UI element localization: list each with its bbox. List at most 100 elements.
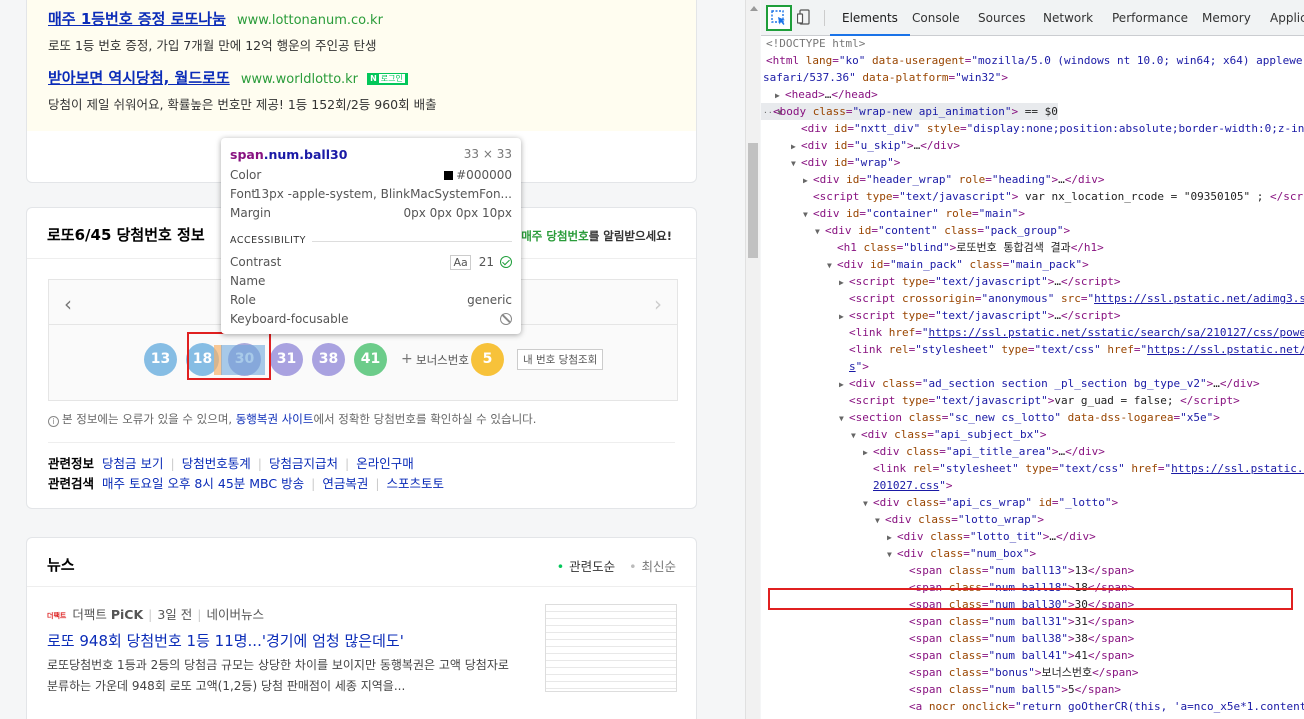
dom-node-line[interactable]: <div id="nxtt_div" style="display:none;p… — [761, 120, 1304, 137]
dom-node-line[interactable]: <span class="num ball5">5</span> — [761, 681, 1121, 698]
dom-node-line[interactable]: safari/537.36" data-platform="win32"> — [761, 69, 1008, 86]
naver-news-link[interactable]: 네이버뉴스 — [207, 607, 265, 622]
next-round-icon[interactable]: › — [654, 292, 662, 316]
tooltip-role-row: Role generic — [230, 293, 512, 307]
search-results-page: 매주 1등번호 증정 로또나눔 www.lottonanum.co.kr 로또 … — [0, 0, 745, 719]
dom-node-line[interactable]: ▼ <div class="api_cs_wrap" id="_lotto"> — [761, 494, 1118, 511]
dom-node-line[interactable]: ▼ <div id="content" class="pack_group"> — [761, 222, 1070, 239]
related-search-link[interactable]: 스포츠토토 — [387, 476, 445, 491]
color-swatch-icon — [444, 171, 454, 180]
lotto-ball-13: 13 — [144, 343, 177, 376]
scrollbar-thumb[interactable] — [748, 143, 758, 258]
tab-memory[interactable]: Memory — [1202, 11, 1251, 25]
element-picker-button[interactable] — [766, 5, 792, 31]
related-info-label: 관련정보 — [48, 456, 95, 471]
tooltip-margin-row: Margin 0px 0px 0px 10px — [230, 206, 512, 220]
tooltip-name-row: Name — [230, 274, 266, 288]
tab-elements[interactable]: Elements — [830, 11, 910, 36]
toolbar-separator — [824, 10, 825, 26]
dom-node-line[interactable]: ▼ <div id="wrap"> — [761, 154, 900, 171]
dom-node-line[interactable]: ···▼<body class="wrap-new api_animation"… — [761, 103, 1058, 120]
tab-application[interactable]: Applic — [1270, 11, 1304, 25]
devtools-panel: Elements Console Sources Network Perform… — [761, 0, 1304, 719]
tab-network[interactable]: Network — [1043, 11, 1093, 25]
check-my-number-button[interactable]: 내 번호 당첨조회 — [517, 349, 604, 370]
lotto-alert-link[interactable]: 매주 당첨번호를 알림받으세요! — [521, 228, 672, 244]
dom-node-line[interactable]: 201027.css"> — [761, 477, 952, 494]
related-info-link[interactable]: 당첨번호통계 — [182, 456, 251, 471]
dom-node-line[interactable]: <html lang="ko" data-useragent="mozilla/… — [761, 52, 1302, 69]
tooltip-selector: span.num.ball30 — [230, 147, 348, 162]
dom-node-line[interactable]: <link rel="stylesheet" type="text/css" h… — [761, 460, 1304, 477]
dom-node-line[interactable]: <a nocr onclick="return goOtherCR(this, … — [761, 698, 1304, 715]
dom-node-line[interactable]: ▼ <div class="lotto_wrap"> — [761, 511, 1044, 528]
press-name[interactable]: 더팩트 — [72, 607, 107, 622]
dom-node-line[interactable]: ▶ <div id="header_wrap" role="heading">…<… — [761, 171, 1104, 188]
news-description: 로또당첨번호 1등과 2등의 당첨금 규모는 상당한 차이를 보이지만 동행복권… — [47, 658, 509, 693]
related-info-link[interactable]: 당첨금지급처 — [269, 456, 338, 471]
news-thumbnail[interactable] — [545, 604, 677, 692]
tooltip-size: 33 × 33 — [463, 147, 512, 161]
naver-login-badge: N 로그인 — [367, 72, 408, 85]
divider — [48, 442, 675, 443]
sort-latest-link[interactable]: 최신순 — [629, 559, 676, 574]
lotto-ball-38: 38 — [312, 343, 345, 376]
ad-title-link[interactable]: 매주 1등번호 증정 로또나눔 — [48, 10, 226, 28]
dom-node-line[interactable]: ▶ <div class="api_title_area">…</div> — [761, 443, 1105, 460]
dom-node-line[interactable]: <h1 class="blind">로또번호 통합검색 결과</h1> — [761, 239, 1104, 256]
lotto-heading: 로또6/45 당첨번호 정보 — [47, 226, 205, 244]
dom-node-line[interactable]: <script crossorigin="anonymous" src="htt… — [761, 290, 1304, 307]
dom-node-line[interactable]: ▶ <div class="lotto_tit">…</div> — [761, 528, 1096, 545]
dom-node-line[interactable]: ▼ <div id="container" role="main"> — [761, 205, 1025, 222]
news-title-link[interactable]: 로또 948회 당첨번호 1등 11명...'경기에 엄청 많은데도' — [47, 630, 404, 651]
tab-sources[interactable]: Sources — [978, 11, 1025, 25]
dom-node-line[interactable]: <link href="https://ssl.pstatic.net/ssta… — [761, 324, 1304, 341]
dom-node-line[interactable]: <span class="num ball41">41</span> — [761, 647, 1134, 664]
news-section: 뉴스 관련도순최신순 더팩트더팩트 PiCK|3일 전|네이버뉴스 로또 948… — [26, 537, 697, 719]
sort-relevance-link[interactable]: 관련도순 — [557, 559, 615, 574]
dom-node-line[interactable]: ▼ <div id="main_pack" class="main_pack"> — [761, 256, 1089, 273]
ad-url-link[interactable]: www.lottonanum.co.kr — [237, 13, 383, 28]
news-source: 더팩트 더팩트 PiCK | 3일 전 | 네이버뉴스 — [47, 607, 265, 622]
related-info-row: 관련정보 당첨금 보기 | 당첨번호통계 | 당첨금지급처 | 온라인구매 — [48, 456, 414, 471]
ad-url-link[interactable]: www.worldlotto.kr — [241, 72, 358, 87]
tooltip-keyboard-row: Keyboard-focusable — [230, 312, 512, 330]
dom-node-line[interactable]: ▼ <div class="api_subject_bx"> — [761, 426, 1046, 443]
dom-node-line[interactable]: s"> — [761, 358, 869, 375]
dom-node-line[interactable]: ▼ <section class="sc_new cs_lotto" data-d… — [761, 409, 1220, 426]
dom-node-line[interactable]: ▶ <script type="text/javascript">…</scrip… — [761, 273, 1121, 290]
related-search-link[interactable]: 매주 토요일 오후 8시 45분 MBC 방송 — [102, 476, 304, 491]
prev-round-icon[interactable]: ‹ — [64, 292, 72, 316]
check-circle-icon — [500, 256, 512, 268]
dom-node-line[interactable]: <script type="text/javascript">var g_uad… — [761, 392, 1240, 409]
tooltip-font-row: Font 13px -apple-system, BlinkMacSystemFo… — [230, 187, 512, 201]
dom-node-line[interactable]: <!DOCTYPE html> — [761, 35, 865, 52]
tab-performance[interactable]: Performance — [1112, 11, 1188, 25]
dom-node-line[interactable]: ▼ <div class="num_box"> — [761, 545, 1036, 562]
dom-node-line[interactable]: ▶ <div class="ad_section section _pl_sect… — [761, 375, 1260, 392]
dom-node-line[interactable]: ▶ <script type="text/javascript">…</scrip… — [761, 307, 1121, 324]
pick-badge: PiCK — [110, 607, 144, 622]
dom-node-line[interactable]: ▶ <head>…</head> — [761, 86, 878, 103]
tooltip-accessibility-heading: ACCESSIBILITY — [230, 235, 512, 246]
inspect-tooltip: span.num.ball30 33 × 33 Color #000000 Fon… — [221, 138, 521, 334]
scroll-up-icon[interactable] — [750, 6, 758, 11]
dhlottery-link[interactable]: 동행복권 사이트 — [236, 412, 314, 426]
dom-node-line[interactable]: <span class="num ball31">31</span> — [761, 613, 1134, 630]
tab-console[interactable]: Console — [912, 11, 960, 25]
device-toolbar-icon[interactable] — [797, 9, 811, 25]
related-info-link[interactable]: 당첨금 보기 — [102, 456, 163, 471]
page-scrollbar[interactable] — [745, 0, 760, 719]
dom-node-line[interactable]: ▶ <div id="u_skip">…</div> — [761, 137, 960, 154]
dom-node-line[interactable]: <link rel="stylesheet" type="text/css" h… — [761, 341, 1304, 358]
lotto-bonus-ball: 5 — [471, 343, 504, 376]
related-search-link[interactable]: 연금복권 — [322, 476, 368, 491]
dom-node-line[interactable]: <span class="num ball38">38</span> — [761, 630, 1134, 647]
ad-title-link[interactable]: 받아보면 역시당첨, 월드로또 — [48, 69, 230, 87]
dom-node-line[interactable]: <span class="bonus">보너스번호</span> — [761, 664, 1138, 681]
not-focusable-icon — [500, 313, 512, 325]
news-sort: 관련도순 최신순 — [557, 556, 676, 575]
dom-node-line[interactable]: <span class="num ball13">13</span> — [761, 562, 1134, 579]
related-info-link[interactable]: 온라인구매 — [356, 456, 414, 471]
dom-node-line[interactable]: <script type="text/javascript"> var nx_l… — [761, 188, 1304, 205]
